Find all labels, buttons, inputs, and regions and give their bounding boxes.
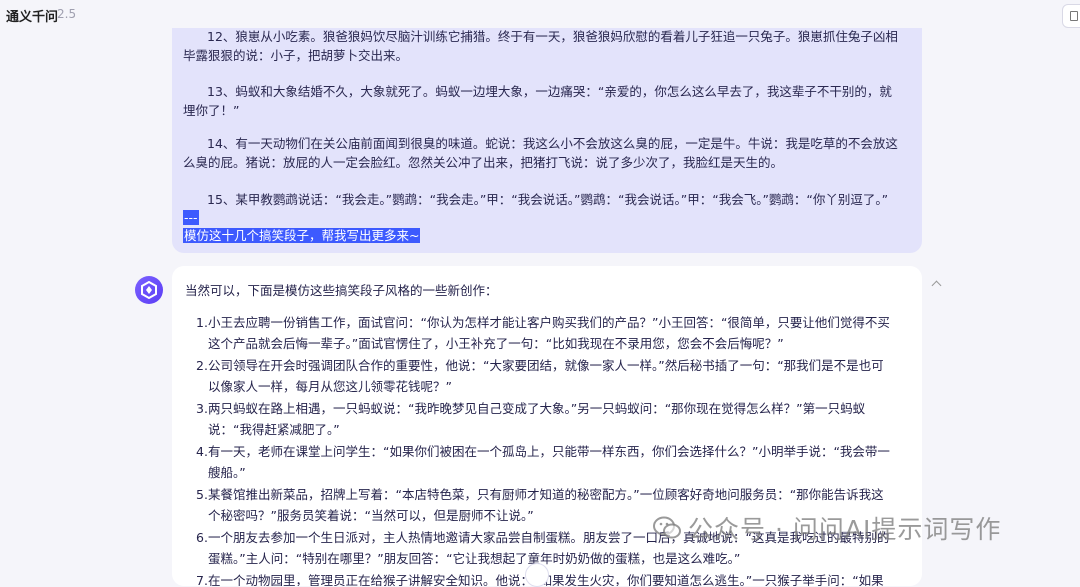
item-number: 7. [196,573,208,586]
watermark: 公众号 · 问问AI提示词写作 [652,510,1001,546]
user-request: 模仿这十几个搞笑段子，帮我写出更多来~ [183,226,903,245]
item-text: 有一天，老师在课堂上问学生：“如果你们被困在一个孤岛上，只能带一样东西，你们会选… [208,444,890,480]
app-title: 通义千问 [6,10,59,25]
user-paragraph: 15、某甲教鹦鹉说话：“我会走。”鹦鹉：“我会走。”甲：“我会说话。”鹦鹉：“我… [207,192,889,207]
wechat-icon [653,516,681,539]
user-paragraph: 14、有一天动物们在关公庙前面闻到很臭的味道。蛇说：我这么小不会放这么臭的屁，一… [183,136,898,170]
item-number: 6. [196,530,208,545]
collapse-chevron-icon[interactable] [931,278,943,290]
watermark-text: 公众号 · 问问AI提示词写作 [688,515,1002,544]
user-message-bubble: 12、狼崽从小吃素。狼爸狼妈饮尽脑汁训练它捕猎。终于有一天，狼爸狼妈欣慰的看着儿… [172,28,922,253]
app-version: 2.5 [57,7,77,21]
user-separator: --- [183,208,903,227]
user-paragraph: 12、狼崽从小吃素。狼爸狼妈饮尽脑汁训练它捕猎。终于有一天，狼爸狼妈欣慰的看着儿… [183,29,898,63]
list-item: 3. 两只蚂蚁在路上相遇，一只蚂蚁说：“我昨晚梦见自己变成了大象。”另一只蚂蚁问：… [186,398,896,440]
list-item: 1. 小王去应聘一份销售工作，面试官问：“你认为怎样才能让客户购买我们的产品？”小… [186,312,896,354]
item-number: 1. [196,315,208,330]
separator-text: --- [183,210,199,225]
item-number: 4. [196,444,208,459]
request-text: 模仿这十几个搞笑段子，帮我写出更多来~ [183,228,421,243]
item-text: 小王去应聘一份销售工作，面试官问：“你认为怎样才能让客户购买我们的产品？”小王回… [208,315,890,351]
top-bar: 通义千问 2.5 [0,0,1080,30]
qwen-logo-icon [135,276,163,304]
item-text: 两只蚂蚁在路上相遇，一只蚂蚁说：“我昨晚梦见自己变成了大象。”另一只蚂蚁问：“那… [208,401,866,437]
list-item: 4. 有一天，老师在课堂上问学生：“如果你们被困在一个孤岛上，只能带一样东西，你们… [186,441,896,483]
item-number: 2. [196,358,208,373]
user-paragraph: 13、蚂蚁和大象结婚不久，大象就死了。蚂蚁一边埋大象，一边痛哭：“亲爱的，你怎么… [183,84,892,118]
scroll-down-icon[interactable] [525,563,549,587]
ai-intro: 当然可以，下面是模仿这些搞笑段子风格的一些新创作： [185,283,498,298]
list-item: 2. 公司领导在开会时强调团队合作的重要性，他说：“大家要团结，就像一家人一样。”… [186,355,896,397]
item-number: 3. [196,401,208,416]
chat-toggle-icon[interactable] [1062,4,1080,28]
item-number: 5. [196,487,208,502]
item-text: 公司领导在开会时强调团队合作的重要性，他说：“大家要团结，就像一家人一样。”然后… [208,358,884,394]
